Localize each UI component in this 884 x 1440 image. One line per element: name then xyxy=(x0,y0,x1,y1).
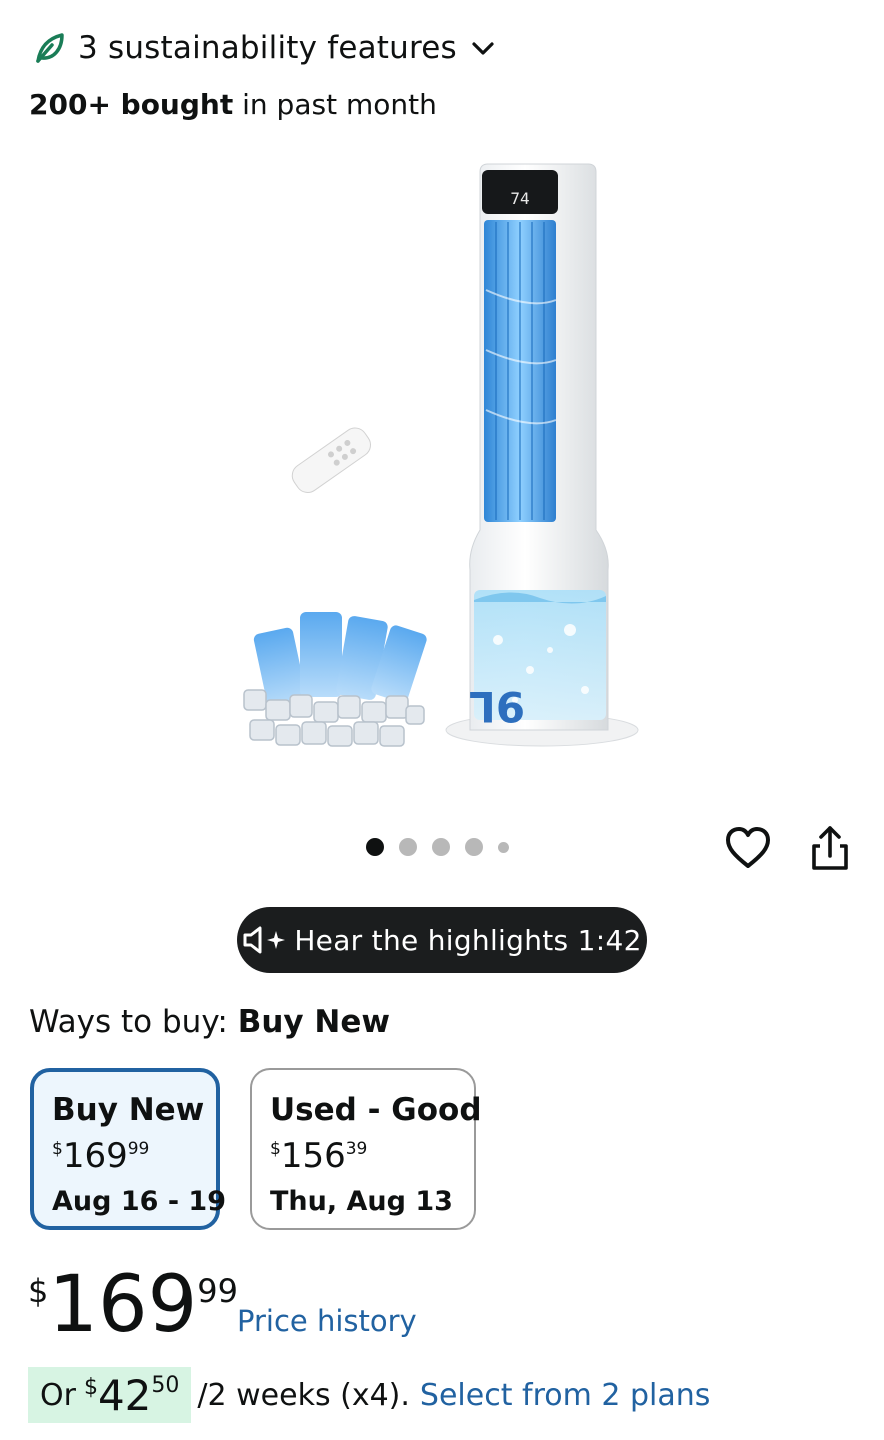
buy-option-price-whole: 156 xyxy=(280,1136,346,1176)
speaker-sparkle-icon xyxy=(243,926,286,954)
buy-option-currency: $ xyxy=(52,1139,63,1159)
buy-option-title: Buy New xyxy=(52,1092,205,1128)
ways-to-buy-prefix: Ways to buy: xyxy=(29,1004,238,1040)
select-plans-link[interactable]: Select from 2 plans xyxy=(420,1378,710,1413)
carousel-indicator xyxy=(366,838,509,856)
installment-highlight: Or $42 50 xyxy=(28,1367,192,1423)
bought-count-rest: in past month xyxy=(233,88,437,121)
carousel-dot[interactable] xyxy=(498,841,509,853)
price-fraction: 99 xyxy=(197,1272,238,1310)
buy-option-used[interactable]: Used - Good $15639 Thu, Aug 13 xyxy=(250,1068,482,1230)
price-currency: $ xyxy=(28,1272,49,1310)
carousel-dot[interactable] xyxy=(465,838,483,856)
buy-option-title: Used - Good xyxy=(270,1092,482,1128)
buy-option-new[interactable]: Buy New $16999 Aug 16 - 19 xyxy=(30,1068,226,1230)
price-history-link[interactable]: Price history xyxy=(237,1304,417,1338)
ways-to-buy-selected: Buy New xyxy=(237,1004,391,1040)
bought-count: 200+ bought in past month xyxy=(29,88,437,121)
carousel-dot[interactable] xyxy=(432,838,450,856)
product-image[interactable]: 74 9L xyxy=(230,150,660,790)
installment-fraction: 50 xyxy=(151,1372,180,1398)
installment-whole: 42 xyxy=(97,1370,152,1420)
share-icon[interactable] xyxy=(806,824,854,872)
hear-highlights-label: Hear the highlights 1:42 xyxy=(294,923,642,957)
buy-option-date: Thu, Aug 13 xyxy=(270,1186,453,1217)
sustainability-features-toggle[interactable]: 3 sustainability features xyxy=(32,28,497,68)
product-price: $ 169 99 xyxy=(28,1262,238,1348)
chevron-down-icon xyxy=(472,42,494,55)
bought-count-bold: 200+ bought xyxy=(29,88,234,121)
buy-option-price-whole: 169 xyxy=(62,1136,128,1176)
leaf-icon xyxy=(36,33,64,63)
buy-option-currency: $ xyxy=(270,1139,281,1159)
installment-offer: Or $42 50 /2 weeks (x4). Select from 2 pla… xyxy=(28,1367,710,1423)
hear-highlights-button[interactable]: Hear the highlights 1:42 xyxy=(237,907,647,973)
ways-to-buy: Ways to buy: Buy New xyxy=(29,1004,390,1040)
buy-option-price: $15639 xyxy=(270,1136,456,1176)
installment-currency: $ xyxy=(83,1374,98,1400)
installment-terms: /2 weeks (x4). xyxy=(197,1377,410,1413)
display-reading: 74 xyxy=(510,189,529,208)
buy-option-price-fraction: 39 xyxy=(345,1139,368,1159)
carousel-dot[interactable] xyxy=(366,838,384,856)
heart-icon[interactable] xyxy=(724,824,772,872)
sustainability-text: 3 sustainability features xyxy=(78,30,457,66)
tank-label: 9L xyxy=(469,682,525,731)
buy-option-price: $16999 xyxy=(52,1136,198,1176)
price-whole: 169 xyxy=(48,1260,198,1350)
installment-or: Or xyxy=(40,1377,76,1413)
buy-option-price-fraction: 99 xyxy=(127,1139,150,1159)
buy-option-date: Aug 16 - 19 xyxy=(52,1186,226,1217)
carousel-dot[interactable] xyxy=(399,838,417,856)
